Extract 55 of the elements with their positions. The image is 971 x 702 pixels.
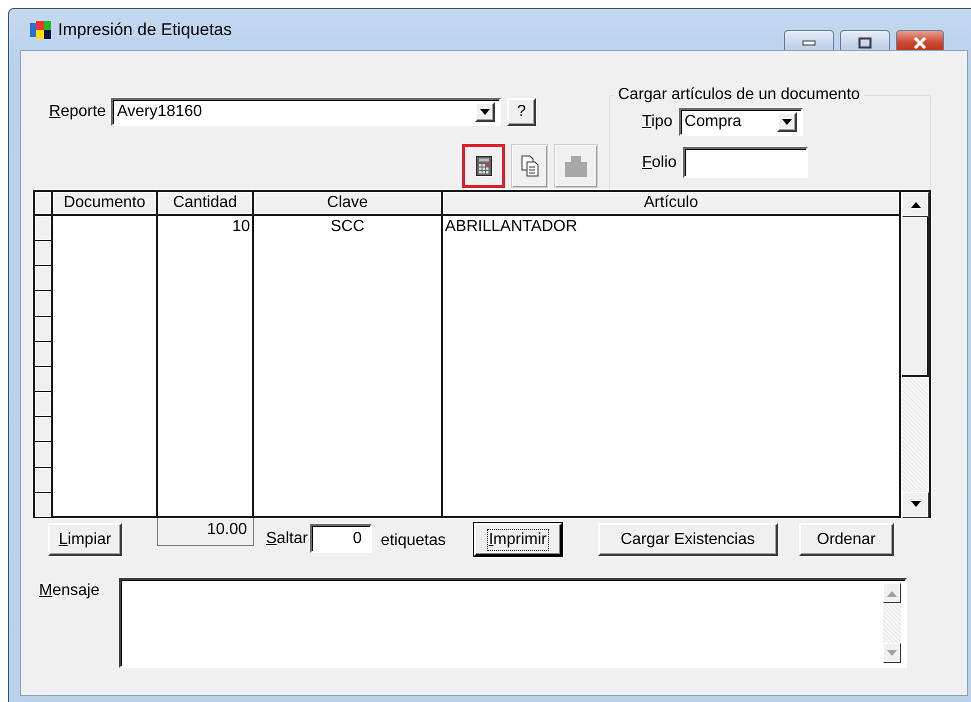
scrollbar[interactable]: [901, 192, 931, 518]
print-button[interactable]: Imprimir: [474, 523, 562, 556]
column-header[interactable]: Cantidad: [158, 192, 254, 216]
table-cell: 10: [158, 216, 254, 242]
labels-text: etiquetas: [380, 532, 446, 550]
skip-label: Saltar: [266, 530, 308, 548]
type-dropdown[interactable]: Compra: [678, 108, 803, 136]
column-header[interactable]: Clave: [254, 192, 443, 216]
help-button[interactable]: ?: [506, 98, 536, 126]
copy-icon: [520, 155, 538, 177]
folio-field[interactable]: [682, 147, 808, 178]
stamp-icon: [563, 154, 589, 178]
calculator-button[interactable]: [462, 144, 505, 188]
row-selector[interactable]: [35, 266, 53, 292]
total-quantity: 10.00: [157, 518, 254, 546]
column-header[interactable]: Documento: [53, 192, 158, 216]
caret-icon: [478, 108, 491, 116]
scroll-up-icon: [910, 201, 922, 208]
column-header[interactable]: Artículo: [443, 192, 901, 216]
message-field[interactable]: [119, 578, 908, 668]
scroll-up-icon: [886, 590, 898, 596]
row-selector[interactable]: [35, 316, 53, 342]
clear-button[interactable]: Limpiar: [48, 523, 122, 556]
report-dropdown[interactable]: Avery18160: [110, 98, 501, 126]
folio-label: Folio: [642, 154, 677, 172]
group-title: Cargar artículos de un documento: [617, 86, 861, 104]
row-selector[interactable]: [35, 342, 53, 367]
message-label: Mensaje: [39, 582, 100, 601]
scroll-down-icon: [910, 501, 922, 508]
app-icon: [30, 20, 52, 40]
row-selector[interactable]: [35, 417, 53, 442]
dropdown-button[interactable]: [776, 112, 797, 132]
row-selector[interactable]: [35, 468, 53, 493]
row-selector[interactable]: [35, 392, 53, 418]
copy-button[interactable]: [511, 144, 548, 188]
dropdown-button[interactable]: [474, 102, 495, 122]
report-label: Reporte: [49, 103, 106, 121]
scroll-down-icon: [886, 650, 898, 656]
maximize-icon: [858, 37, 872, 49]
window-title: Impresión de Etiquetas: [58, 20, 232, 40]
skip-field[interactable]: 0: [310, 524, 372, 553]
caret-icon: [780, 118, 793, 126]
load-stock-button[interactable]: Cargar Existencias: [598, 523, 778, 556]
minimize-icon: [802, 40, 816, 46]
row-selector[interactable]: [35, 241, 53, 266]
row-selector[interactable]: [35, 492, 53, 518]
calculator-icon: [476, 156, 492, 176]
sort-button[interactable]: Ordenar: [798, 523, 894, 556]
close-icon: [913, 37, 927, 49]
row-selector[interactable]: [35, 366, 53, 392]
type-label: Tipo: [642, 113, 673, 131]
row-selector[interactable]: [35, 216, 53, 242]
table-cell: SCC: [254, 216, 443, 242]
row-selector[interactable]: [35, 442, 53, 468]
row-selector[interactable]: [35, 291, 53, 317]
